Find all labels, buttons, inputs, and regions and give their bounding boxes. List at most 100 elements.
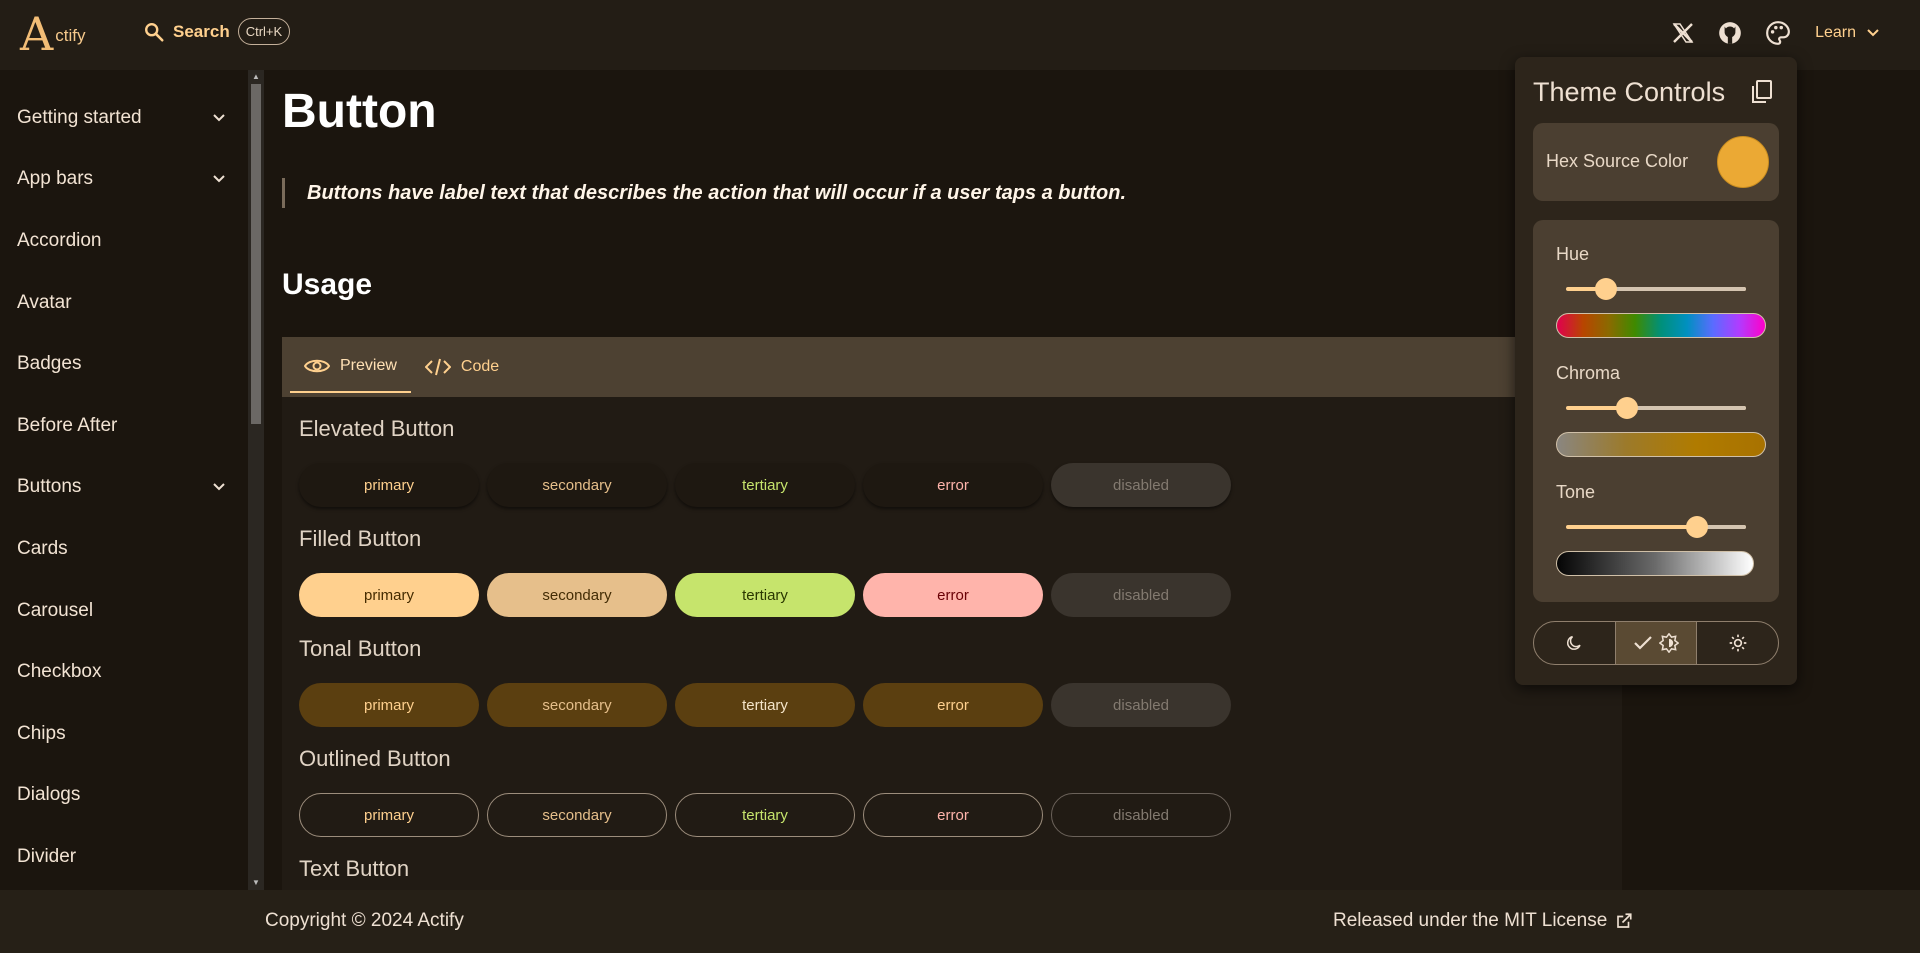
elevated-tertiary-button[interactable]: tertiary [675,463,855,507]
dark-mode-button[interactable] [1534,622,1615,664]
filled-primary-button[interactable]: primary [299,573,479,617]
elevated-button-row: primary secondary tertiary error disable… [299,463,1231,507]
search-icon [145,22,164,42]
sidebar-item-before-after[interactable]: Before After [0,395,248,457]
outlined-primary-button[interactable]: primary [299,793,479,837]
outlined-secondary-button[interactable]: secondary [487,793,667,837]
elevated-disabled-button: disabled [1051,463,1231,507]
chevron-down-icon[interactable] [212,174,226,184]
outlined-tertiary-button[interactable]: tertiary [675,793,855,837]
sidebar-item-cards[interactable]: Cards [0,518,248,580]
filled-tertiary-button[interactable]: tertiary [675,573,855,617]
tonal-secondary-button[interactable]: secondary [487,683,667,727]
sidebar-item-divider[interactable]: Divider [0,826,248,888]
hex-source-card: Hex Source Color [1533,123,1779,201]
tone-label: Tone [1556,482,1596,502]
x-icon[interactable] [1671,21,1695,45]
tonal-primary-button[interactable]: primary [299,683,479,727]
section-title: Text Button [299,856,410,881]
tone-slider-thumb[interactable] [1686,516,1709,538]
filled-button-row: primary secondary tertiary error disable… [299,573,1231,617]
section-title: Elevated Button [299,416,455,441]
chroma-slider-thumb[interactable] [1616,397,1639,419]
moon-icon [1567,635,1582,650]
source-color-swatch[interactable] [1717,136,1769,188]
scroll-down-arrow[interactable]: ▼ [251,878,261,888]
sidebar-item-dialogs[interactable]: Dialogs [0,765,248,827]
chroma-gradient [1556,432,1766,457]
elevated-primary-button[interactable]: primary [299,463,479,507]
sidebar-item-label: Chips [17,722,66,744]
hue-slider[interactable] [1566,278,1746,300]
sidebar-item-label: Dialogs [17,784,81,806]
demo-panel: Preview Code Elevated Button primary sec… [282,337,1622,890]
tab-preview[interactable]: Preview [290,341,411,393]
tonal-error-button[interactable]: error [863,683,1043,727]
sidebar-item-chips[interactable]: Chips [0,703,248,765]
tonal-tertiary-button[interactable]: tertiary [675,683,855,727]
theme-mode-toggle [1533,621,1779,665]
palette-icon[interactable] [1765,20,1791,46]
sidebar-item-getting-started[interactable]: Getting started [0,87,248,149]
page-description: Buttons have label text that describes t… [282,178,1126,208]
tonal-button-row: primary secondary tertiary error disable… [299,683,1231,727]
sidebar-item-label: Carousel [17,599,94,621]
search-button[interactable]: Search Ctrl+K [143,18,291,45]
sidebar-item-label: Before After [17,414,118,436]
sidebar-item-avatar[interactable]: Avatar [0,272,248,334]
sidebar-item-checkbox[interactable]: Checkbox [0,641,248,703]
page-title: Button [282,85,437,138]
hex-source-label: Hex Source Color [1546,151,1689,171]
sidebar-scrollbar[interactable]: ▲ ▼ [248,70,264,890]
sidebar-item-label: App bars [17,168,94,190]
license-label: Released under the MIT License [1333,910,1608,931]
tone-slider[interactable] [1566,516,1746,538]
chevron-down-icon[interactable] [212,482,226,492]
sidebar-item-accordion[interactable]: Accordion [0,210,248,272]
sidebar-nav: Getting started App bars Accordion Avatar Ba… [0,70,248,890]
elevated-error-button[interactable]: error [863,463,1043,507]
sidebar-item-label: Cards [17,537,68,559]
external-link-icon [1617,913,1632,928]
brightness-auto-icon [1659,633,1679,653]
chevron-down-icon[interactable] [212,113,226,123]
search-label: Search [173,21,230,41]
copy-icon[interactable] [1751,80,1773,104]
filled-secondary-button[interactable]: secondary [487,573,667,617]
section-title: Outlined Button [299,746,451,771]
search-shortcut: Ctrl+K [237,18,291,45]
sidebar-item-label: Avatar [17,291,72,313]
section-title: Filled Button [299,526,422,551]
learn-label: Learn [1815,24,1856,41]
light-mode-button[interactable] [1697,622,1778,664]
system-mode-button[interactable] [1614,622,1698,664]
chroma-slider[interactable] [1566,397,1746,419]
filled-error-button[interactable]: error [863,573,1043,617]
github-icon[interactable] [1717,20,1743,46]
hue-gradient [1556,313,1766,338]
logo[interactable]: A ctify [20,7,85,61]
tab-code[interactable]: Code [411,337,513,397]
scroll-thumb[interactable] [251,84,261,424]
sidebar-item-app-bars[interactable]: App bars [0,149,248,211]
sidebar-item-carousel[interactable]: Carousel [0,580,248,642]
sidebar-item-label: Getting started [17,106,142,128]
theme-sliders-card: Hue Chroma Tone [1533,220,1779,602]
hue-slider-thumb[interactable] [1594,278,1617,300]
outlined-error-button[interactable]: error [863,793,1043,837]
sun-icon [1729,634,1747,652]
outlined-disabled-button: disabled [1051,793,1231,837]
sidebar-item-buttons[interactable]: Buttons [0,457,248,519]
sidebar-item-badges[interactable]: Badges [0,333,248,395]
outlined-button-row: primary secondary tertiary error disable… [299,793,1231,837]
scroll-up-arrow[interactable]: ▲ [251,72,261,82]
tab-code-label: Code [460,358,500,375]
sidebar-item-label: Accordion [17,229,102,251]
hue-label: Hue [1556,244,1590,264]
sidebar-item-label: Checkbox [17,661,102,683]
eye-icon [304,359,330,373]
license-link[interactable]: Released under the MIT License [1333,910,1633,932]
logo-mark: A [20,7,54,61]
elevated-secondary-button[interactable]: secondary [487,463,667,507]
learn-menu[interactable]: Learn [1815,24,1880,42]
